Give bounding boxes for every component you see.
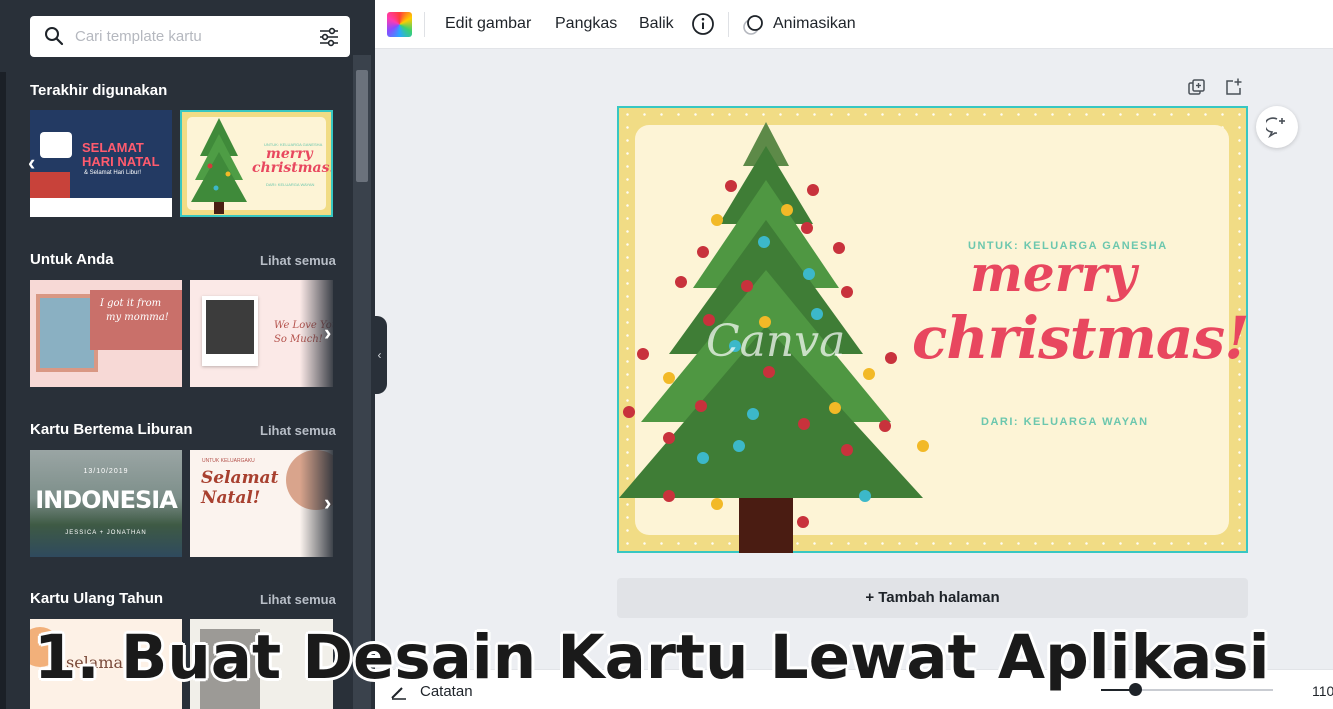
comment-plus-icon bbox=[1266, 117, 1285, 138]
section-title-holiday: Kartu Bertema Liburan bbox=[30, 421, 193, 438]
thumb-text: HARI NATAL bbox=[82, 154, 160, 169]
editor-toolbar: Edit gambar Pangkas Balik Animasikan bbox=[375, 0, 1333, 49]
thumb-text: Natal! bbox=[201, 488, 261, 508]
duplicate-page-icon[interactable] bbox=[1187, 78, 1207, 98]
section-title-birthday: Kartu Ulang Tahun bbox=[30, 590, 164, 607]
filter-sliders-icon[interactable] bbox=[318, 26, 340, 48]
thumb-text: DARI: KELUARGA WAYAN bbox=[266, 182, 315, 187]
zoom-level-value[interactable]: 110 bbox=[1312, 683, 1333, 699]
overlay-caption: 1. Buat Desain Kartu Lewat Aplikasi bbox=[34, 622, 1270, 693]
thumb-text: & Selamat Hari Libur! bbox=[84, 170, 142, 176]
see-all-link-birthday[interactable]: Lihat semua bbox=[260, 592, 336, 607]
chevron-right-icon[interactable]: › bbox=[324, 320, 331, 346]
template-search-box[interactable]: Cari template kartu bbox=[30, 16, 350, 57]
gift-graphic bbox=[40, 132, 72, 158]
template-thumb-selamat-hari-natal[interactable]: SELAMAT HARI NATAL & Selamat Hari Libur! bbox=[30, 110, 172, 217]
crop-button[interactable]: Pangkas bbox=[555, 15, 617, 33]
flip-button[interactable]: Balik bbox=[639, 15, 674, 33]
template-thumb-merry-christmas-selected[interactable]: UNTUK: KELUARGA GANESHA merry christmas!… bbox=[180, 110, 333, 217]
toolbar-divider bbox=[424, 12, 425, 37]
info-icon[interactable] bbox=[691, 12, 715, 36]
chevron-right-icon[interactable]: › bbox=[324, 490, 331, 516]
thumb-text: INDONESIA bbox=[35, 486, 178, 514]
animate-icon[interactable] bbox=[742, 12, 766, 36]
snow-ground-graphic bbox=[30, 198, 172, 217]
photo-placeholder bbox=[206, 300, 254, 354]
photo-placeholder bbox=[40, 298, 94, 368]
chevron-left-icon[interactable]: ‹ bbox=[28, 150, 35, 176]
add-page-button[interactable]: + Tambah halaman bbox=[617, 578, 1248, 618]
card-sender-text[interactable]: DARI: KELUARGA WAYAN bbox=[981, 416, 1149, 428]
thumb-text: JESSICA + JONATHAN bbox=[65, 530, 147, 536]
sidebar-rail bbox=[0, 72, 6, 709]
thumb-text: UNTUK KELUARGAKU bbox=[202, 458, 255, 464]
canva-watermark: Canva bbox=[706, 316, 846, 367]
search-input[interactable]: Cari template kartu bbox=[75, 28, 202, 45]
search-icon bbox=[45, 27, 64, 46]
thumb-text: Selamat bbox=[201, 468, 279, 488]
thumb-text: SELAMAT bbox=[82, 140, 144, 155]
color-picker-button[interactable] bbox=[387, 12, 412, 37]
thumb-text: christmas! bbox=[252, 160, 333, 176]
toolbar-divider bbox=[728, 12, 729, 37]
card-christmas-text[interactable]: christmas! bbox=[912, 304, 1250, 372]
thumb-text: 13/10/2019 bbox=[83, 468, 129, 475]
thumb-text: I got it from bbox=[100, 298, 162, 309]
add-comment-button[interactable] bbox=[1256, 106, 1298, 148]
thumb-text: my momma! bbox=[106, 312, 169, 323]
chevron-left-icon: ‹ bbox=[377, 348, 382, 362]
section-title-for-you: Untuk Anda bbox=[30, 251, 114, 268]
see-all-link-holiday[interactable]: Lihat semua bbox=[260, 423, 336, 438]
see-all-link-for-you[interactable]: Lihat semua bbox=[260, 253, 336, 268]
template-thumb-indonesia[interactable]: 13/10/2019 INDONESIA JESSICA + JONATHAN bbox=[30, 450, 182, 557]
card-merry-text[interactable]: merry bbox=[970, 244, 1136, 303]
add-page-icon[interactable] bbox=[1224, 77, 1244, 97]
template-thumb-momma[interactable]: I got it from my momma! bbox=[30, 280, 182, 387]
animate-button[interactable]: Animasikan bbox=[773, 15, 856, 33]
collapse-panel-handle[interactable]: ‹ bbox=[372, 316, 387, 394]
section-title-recent: Terakhir digunakan bbox=[30, 82, 168, 99]
sidebar-scrollbar-thumb[interactable] bbox=[356, 70, 368, 182]
christmas-tree-icon bbox=[191, 118, 247, 214]
edit-image-button[interactable]: Edit gambar bbox=[445, 15, 531, 33]
